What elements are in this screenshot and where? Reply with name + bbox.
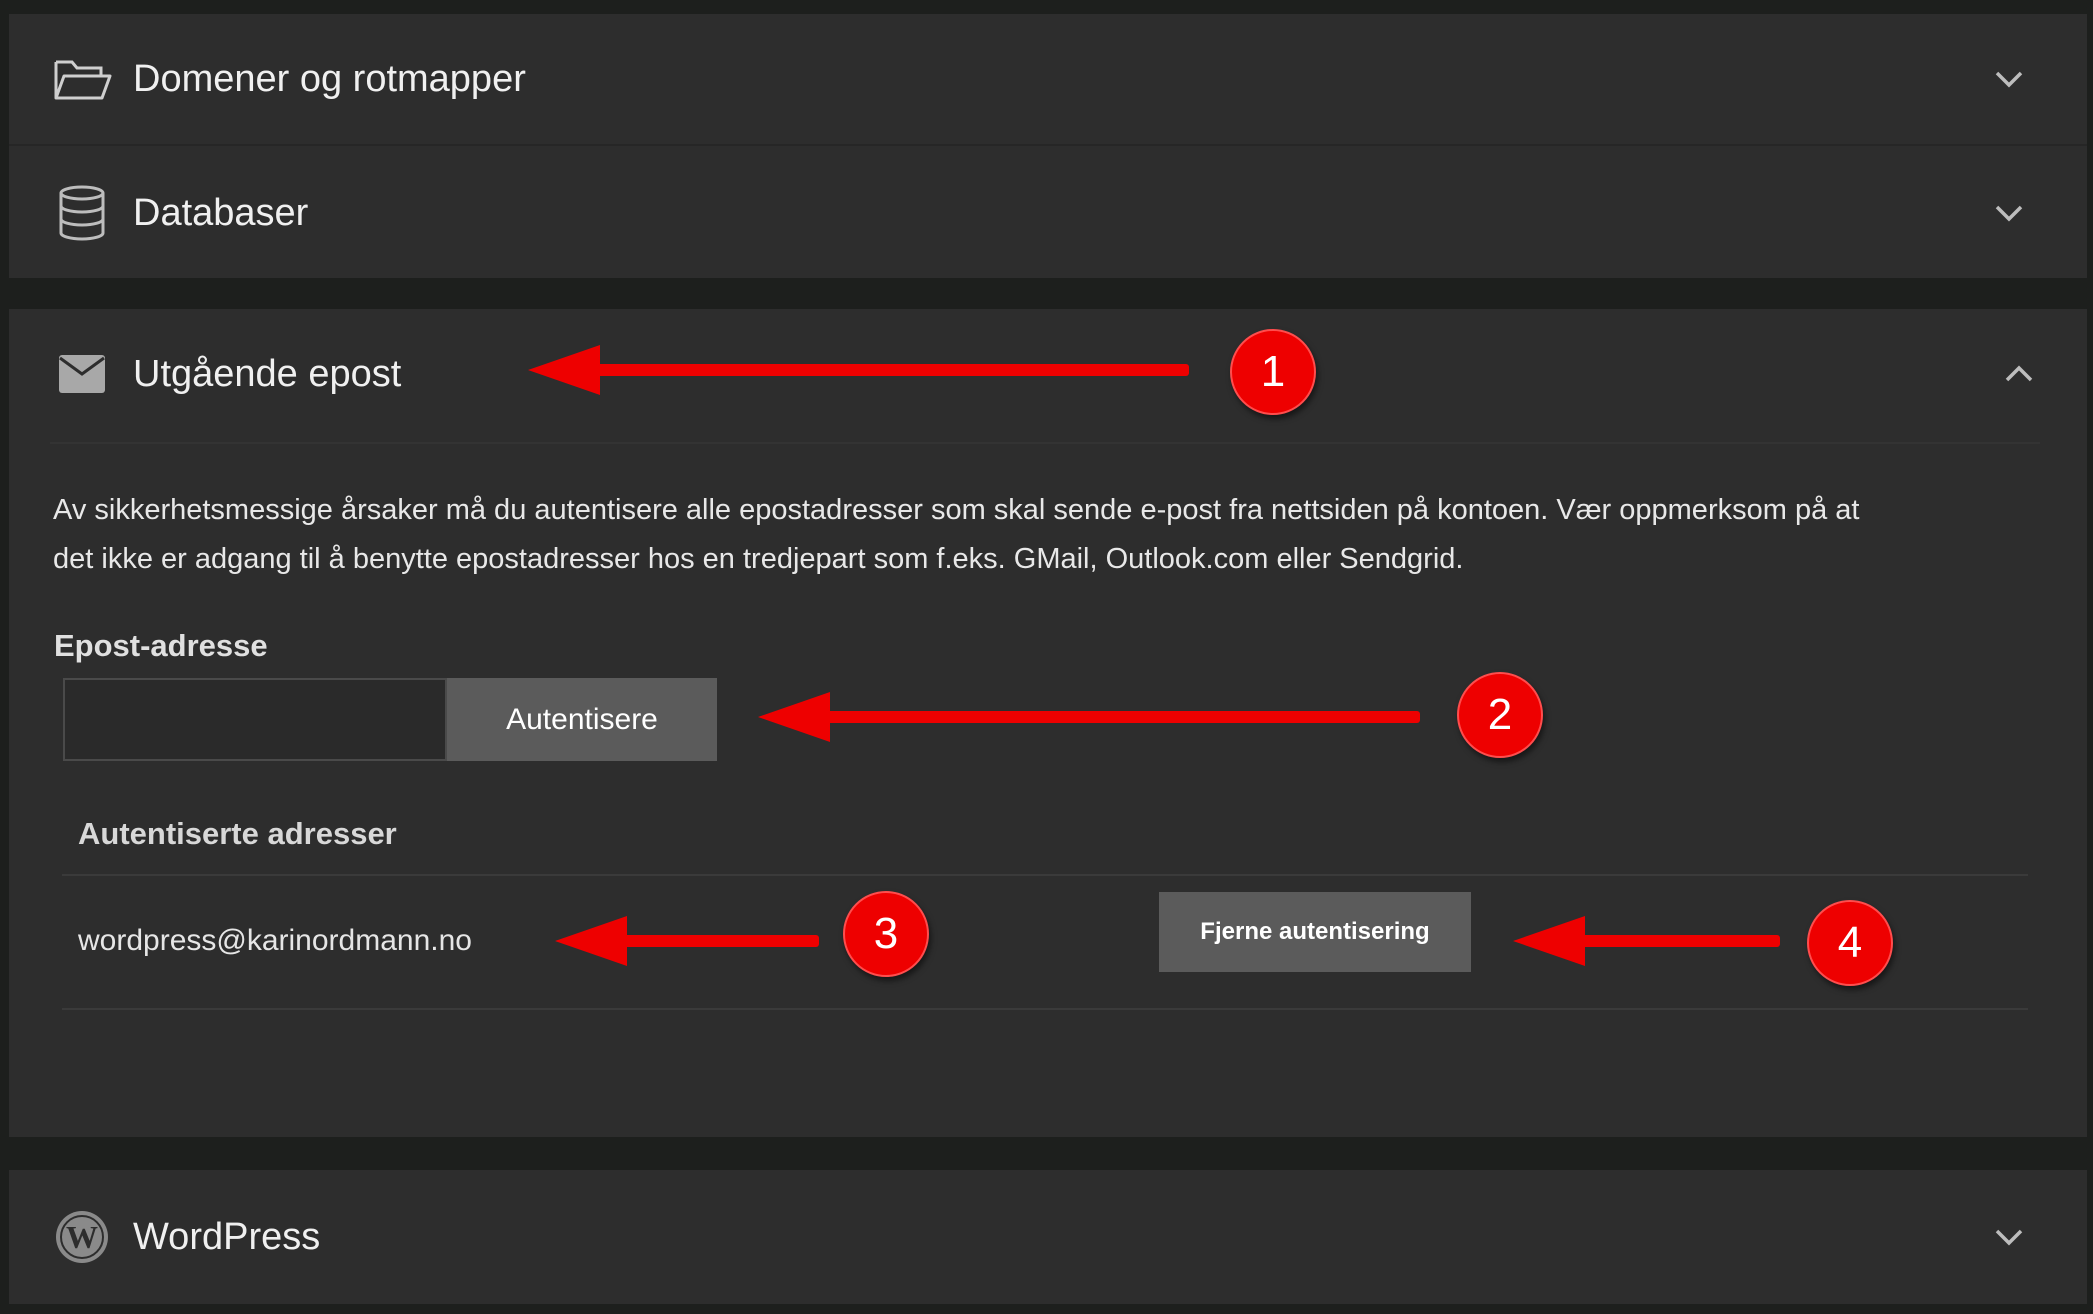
- section-databases-title: Databaser: [133, 191, 309, 234]
- remove-authentication-button[interactable]: Fjerne autentisering: [1159, 892, 1471, 972]
- email-field-label: Epost-adresse: [54, 628, 268, 663]
- section-outgoing-mail-header[interactable]: Utgående epost: [9, 309, 2087, 439]
- chevron-down-icon[interactable]: [1989, 59, 2029, 99]
- section-databases-header[interactable]: Databaser: [9, 148, 2087, 278]
- security-description: Av sikkerhetsmessige årsaker må du auten…: [53, 486, 2043, 584]
- authenticated-address: wordpress@karinordmann.no: [78, 924, 472, 957]
- section-domains-title: Domener og rotmapper: [133, 57, 526, 100]
- table-divider: [62, 1008, 2028, 1010]
- section-wordpress-header[interactable]: W WordPress: [9, 1170, 2087, 1304]
- section-divider: [9, 144, 2087, 146]
- annotation-badge-3: 3: [843, 891, 929, 977]
- section-divider: [50, 442, 2040, 444]
- chevron-down-icon[interactable]: [1989, 193, 2029, 233]
- chevron-up-icon[interactable]: [1999, 354, 2039, 394]
- database-icon: [50, 181, 114, 245]
- description-line: Av sikkerhetsmessige årsaker må du auten…: [53, 494, 1860, 526]
- authenticate-button[interactable]: Autentisere: [447, 678, 717, 761]
- settings-panel-top: Domener og rotmapper Databaser: [9, 14, 2087, 278]
- description-line: det ikke er adgang til å benytte epostad…: [53, 543, 1464, 575]
- section-domains-header[interactable]: Domener og rotmapper: [9, 14, 2087, 144]
- annotation-badge-1: 1: [1230, 329, 1316, 415]
- settings-panel-wordpress: W WordPress: [9, 1170, 2087, 1304]
- annotation-badge-4: 4: [1807, 900, 1893, 986]
- annotation-badge-2: 2: [1457, 672, 1543, 758]
- envelope-icon: [50, 342, 114, 406]
- chevron-down-icon[interactable]: [1989, 1217, 2029, 1257]
- svg-text:W: W: [66, 1219, 98, 1255]
- email-field[interactable]: [63, 678, 447, 761]
- section-outgoing-mail-title: Utgående epost: [133, 352, 402, 395]
- wordpress-icon: W: [50, 1205, 114, 1269]
- section-wordpress-title: WordPress: [133, 1215, 321, 1258]
- page: Domener og rotmapper Databaser Utgående …: [0, 0, 2093, 1314]
- authenticated-addresses-header: Autentiserte adresser: [78, 816, 397, 851]
- folder-open-icon: [50, 47, 114, 111]
- table-divider: [62, 874, 2028, 876]
